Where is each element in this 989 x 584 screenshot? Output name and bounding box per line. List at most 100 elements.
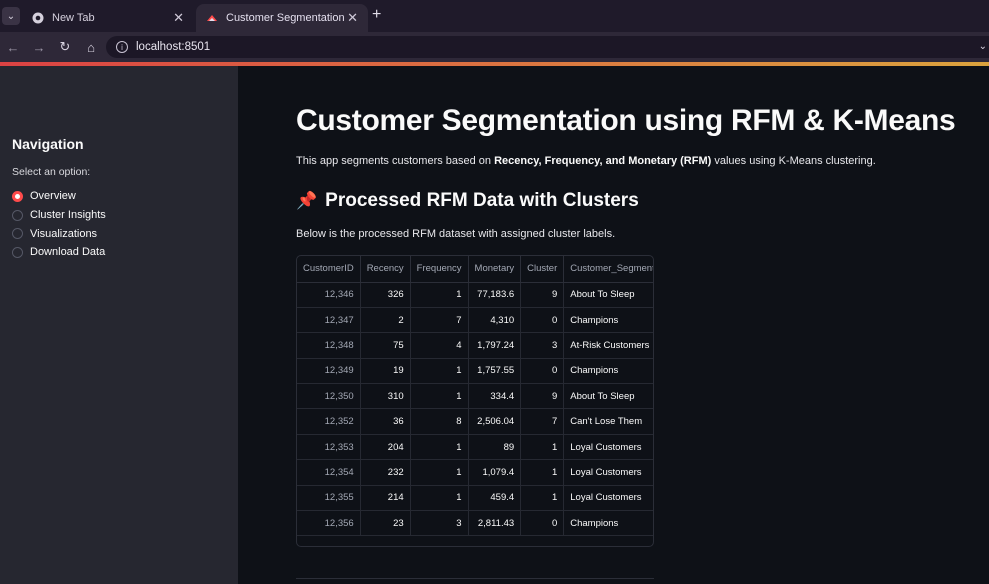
tab-search-chevron-icon[interactable]: ⌄ bbox=[2, 7, 20, 25]
table-cell[interactable]: Champions bbox=[563, 510, 653, 537]
table-row: 12,354 232 1 1,079.4 1 Loyal Customers bbox=[297, 459, 653, 486]
radio-unselected-icon[interactable] bbox=[12, 246, 23, 258]
table-cell[interactable]: 2 bbox=[360, 307, 411, 334]
sidebar-title: Navigation bbox=[12, 136, 84, 152]
table-cell[interactable]: 9 bbox=[520, 383, 565, 410]
subheader-text: Processed RFM Data with Clusters bbox=[325, 190, 639, 211]
table-cell[interactable]: 36 bbox=[360, 408, 411, 435]
column-header[interactable]: Monetary bbox=[468, 256, 522, 283]
table-cell[interactable]: 9 bbox=[520, 282, 565, 308]
browser-nav-bar: ← → ↻ ⌂ i localhost:8501 ⌄ bbox=[0, 32, 989, 62]
table-cell[interactable]: 1 bbox=[410, 383, 469, 410]
new-tab-plus-icon[interactable]: + bbox=[372, 7, 381, 23]
column-header[interactable]: Recency bbox=[360, 256, 411, 283]
radio-unselected-icon[interactable] bbox=[12, 209, 23, 221]
table-cell[interactable]: 459.4 bbox=[468, 485, 522, 512]
table-cell[interactable]: 232 bbox=[360, 459, 411, 486]
table-cell[interactable]: 1 bbox=[410, 282, 469, 308]
table-cell[interactable]: 23 bbox=[360, 510, 411, 537]
chevron-down-icon[interactable]: ⌄ bbox=[979, 41, 987, 52]
reload-icon[interactable]: ↻ bbox=[52, 39, 78, 55]
site-info-icon[interactable]: i bbox=[116, 41, 128, 53]
close-tab-icon[interactable]: ✕ bbox=[347, 10, 358, 26]
radio-option-overview[interactable]: Overview bbox=[12, 187, 238, 206]
browser-tab-bar: ⌄ New Tab ✕ Customer Segmentation ✕ + bbox=[0, 0, 989, 32]
radio-option-cluster-insights[interactable]: Cluster Insights bbox=[12, 206, 238, 225]
column-header[interactable]: Cluster bbox=[520, 256, 565, 283]
table-cell[interactable]: 1 bbox=[410, 459, 469, 486]
table-cell[interactable]: 1 bbox=[410, 434, 469, 461]
section-subheader: 📌 Processed RFM Data with Clusters bbox=[296, 190, 639, 212]
table-cell[interactable]: 326 bbox=[360, 282, 411, 308]
column-header[interactable]: Frequency bbox=[410, 256, 469, 283]
table-cell[interactable]: Loyal Customers bbox=[563, 459, 653, 486]
table-cell[interactable]: 8 bbox=[410, 408, 469, 435]
table-cell[interactable]: Loyal Customers bbox=[563, 485, 653, 512]
table-cell[interactable]: 2,506.04 bbox=[468, 408, 522, 435]
table-cell[interactable]: 19 bbox=[360, 358, 411, 385]
table-cell[interactable]: 7 bbox=[520, 408, 565, 435]
back-arrow-icon[interactable]: ← bbox=[0, 40, 26, 55]
table-cell[interactable]: 3 bbox=[410, 510, 469, 537]
radio-unselected-icon[interactable] bbox=[12, 228, 23, 240]
table-row: 12,349 19 1 1,757.55 0 Champions bbox=[297, 358, 653, 385]
table-cell[interactable]: 77,183.6 bbox=[468, 282, 522, 308]
table-cell[interactable]: 2,811.43 bbox=[468, 510, 522, 537]
table-cell[interactable]: Champions bbox=[563, 307, 653, 334]
rfm-dataframe[interactable]: CustomerID Recency Frequency Monetary Cl… bbox=[296, 255, 654, 547]
table-cell[interactable]: 1 bbox=[520, 459, 565, 486]
table-cell[interactable]: 214 bbox=[360, 485, 411, 512]
radio-selected-icon[interactable] bbox=[12, 190, 23, 202]
table-cell[interactable]: 12,348 bbox=[297, 332, 361, 359]
table-cell[interactable]: 4,310 bbox=[468, 307, 522, 334]
tab-customer-segmentation[interactable]: Customer Segmentation ✕ bbox=[196, 4, 368, 32]
table-cell[interactable]: 1,079.4 bbox=[468, 459, 522, 486]
intro-bold: Recency, Frequency, and Monetary (RFM) bbox=[494, 155, 712, 167]
table-cell[interactable]: 12,346 bbox=[297, 282, 361, 308]
table-cell[interactable]: 1,757.55 bbox=[468, 358, 522, 385]
table-cell[interactable]: Can't Lose Them bbox=[563, 408, 653, 435]
table-cell[interactable]: 12,353 bbox=[297, 434, 361, 461]
table-cell[interactable]: 12,347 bbox=[297, 307, 361, 334]
sidebar: Navigation Select an option: Overview Cl… bbox=[0, 66, 238, 584]
close-tab-icon[interactable]: ✕ bbox=[173, 10, 184, 26]
table-cell[interactable]: 7 bbox=[410, 307, 469, 334]
table-cell[interactable]: 1 bbox=[520, 434, 565, 461]
table-cell[interactable]: 12,349 bbox=[297, 358, 361, 385]
table-cell[interactable]: 0 bbox=[520, 307, 565, 334]
main-content: Customer Segmentation using RFM & K-Mean… bbox=[238, 66, 989, 584]
table-cell[interactable]: 1 bbox=[410, 485, 469, 512]
table-cell[interactable]: About To Sleep bbox=[563, 282, 653, 308]
intro-suffix: values using K-Means clustering. bbox=[711, 155, 876, 167]
table-cell[interactable]: About To Sleep bbox=[563, 383, 653, 410]
table-cell[interactable]: 12,356 bbox=[297, 510, 361, 537]
table-cell[interactable]: 3 bbox=[520, 332, 565, 359]
column-header[interactable]: Customer_Segment bbox=[563, 256, 653, 283]
table-cell[interactable]: Loyal Customers bbox=[563, 434, 653, 461]
radio-option-download-data[interactable]: Download Data bbox=[12, 243, 238, 262]
table-cell[interactable]: Champions bbox=[563, 358, 653, 385]
table-cell[interactable]: 4 bbox=[410, 332, 469, 359]
table-cell[interactable]: 12,354 bbox=[297, 459, 361, 486]
table-cell[interactable]: 1,797.24 bbox=[468, 332, 522, 359]
table-row: 12,352 36 8 2,506.04 7 Can't Lose Them bbox=[297, 408, 653, 435]
table-cell[interactable]: 12,352 bbox=[297, 408, 361, 435]
table-cell[interactable]: 89 bbox=[468, 434, 522, 461]
column-header[interactable]: CustomerID bbox=[297, 256, 361, 283]
table-cell[interactable]: 1 bbox=[520, 485, 565, 512]
forward-arrow-icon[interactable]: → bbox=[26, 40, 52, 55]
home-icon[interactable]: ⌂ bbox=[78, 40, 104, 55]
table-cell[interactable]: 1 bbox=[410, 358, 469, 385]
table-cell[interactable]: 0 bbox=[520, 358, 565, 385]
address-bar[interactable]: i localhost:8501 bbox=[106, 36, 989, 58]
table-cell[interactable]: 0 bbox=[520, 510, 565, 537]
table-cell[interactable]: 75 bbox=[360, 332, 411, 359]
table-cell[interactable]: 12,350 bbox=[297, 383, 361, 410]
table-cell[interactable]: 310 bbox=[360, 383, 411, 410]
table-cell[interactable]: 204 bbox=[360, 434, 411, 461]
table-cell[interactable]: 12,355 bbox=[297, 485, 361, 512]
tab-new-tab[interactable]: New Tab ✕ bbox=[22, 4, 194, 32]
table-cell[interactable]: At-Risk Customers bbox=[563, 332, 653, 359]
radio-option-visualizations[interactable]: Visualizations bbox=[12, 224, 238, 243]
table-cell[interactable]: 334.4 bbox=[468, 383, 522, 410]
